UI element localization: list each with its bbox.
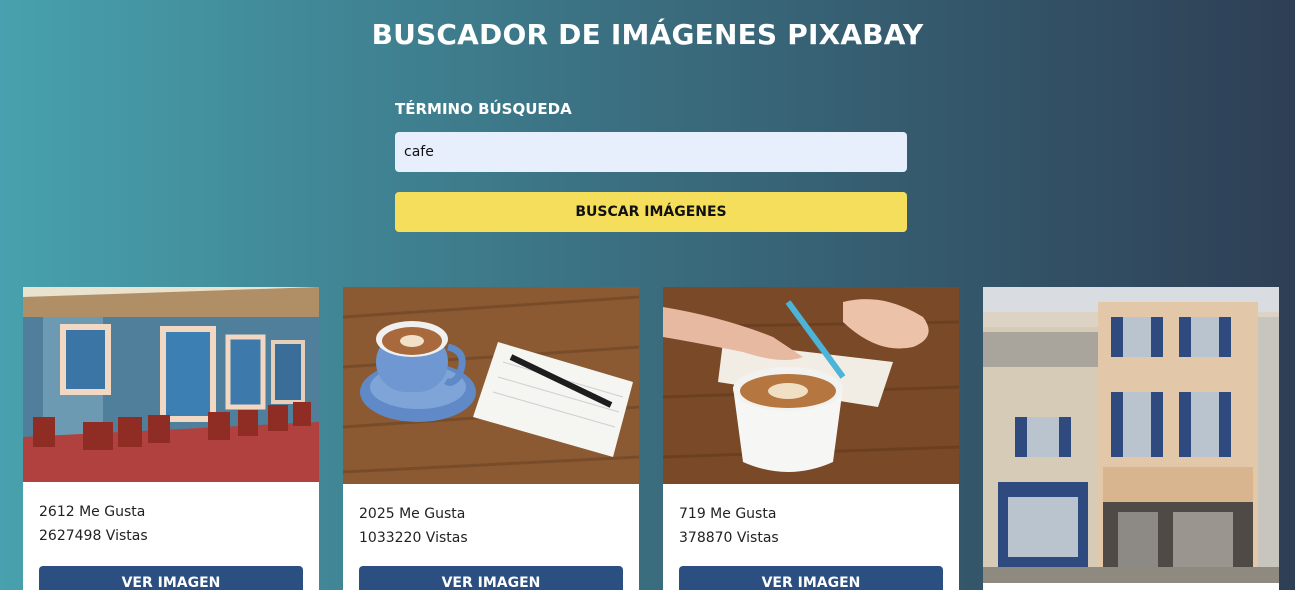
likes-count: 2025 Me Gusta — [359, 506, 466, 522]
latte-writing-image[interactable] — [663, 287, 959, 484]
views-count: 378870 Vistas — [679, 530, 779, 546]
search-images-button[interactable]: BUSCAR IMÁGENES — [395, 192, 907, 232]
view-image-button[interactable]: VER IMAGEN — [679, 566, 943, 590]
result-card: 2025 Me Gusta 1033220 Vistas VER IMAGEN — [343, 287, 639, 590]
views-count: 2627498 Vistas — [39, 528, 148, 544]
result-card: 2612 Me Gusta 2627498 Vistas VER IMAGEN — [23, 287, 319, 590]
search-term-label: TÉRMINO BÚSQUEDA — [395, 100, 572, 118]
view-image-button[interactable]: VER IMAGEN — [39, 566, 303, 590]
page-title: BUSCADOR DE IMÁGENES PIXABAY — [371, 18, 924, 51]
hotel-restaurant-facade-image[interactable] — [983, 287, 1279, 583]
search-form: TÉRMINO BÚSQUEDA BUSCAR IMÁGENES — [395, 100, 907, 232]
coffee-cup-notebook-image[interactable] — [343, 287, 639, 484]
result-card: 719 Me Gusta 378870 Vistas VER IMAGEN — [663, 287, 959, 590]
view-image-button[interactable]: VER IMAGEN — [359, 566, 623, 590]
search-input[interactable] — [395, 132, 907, 172]
likes-count: 2612 Me Gusta — [39, 504, 146, 520]
likes-count: 719 Me Gusta — [679, 506, 777, 522]
street-cafe-facade-image[interactable] — [23, 287, 319, 482]
result-card — [983, 287, 1279, 590]
views-count: 1033220 Vistas — [359, 530, 468, 546]
